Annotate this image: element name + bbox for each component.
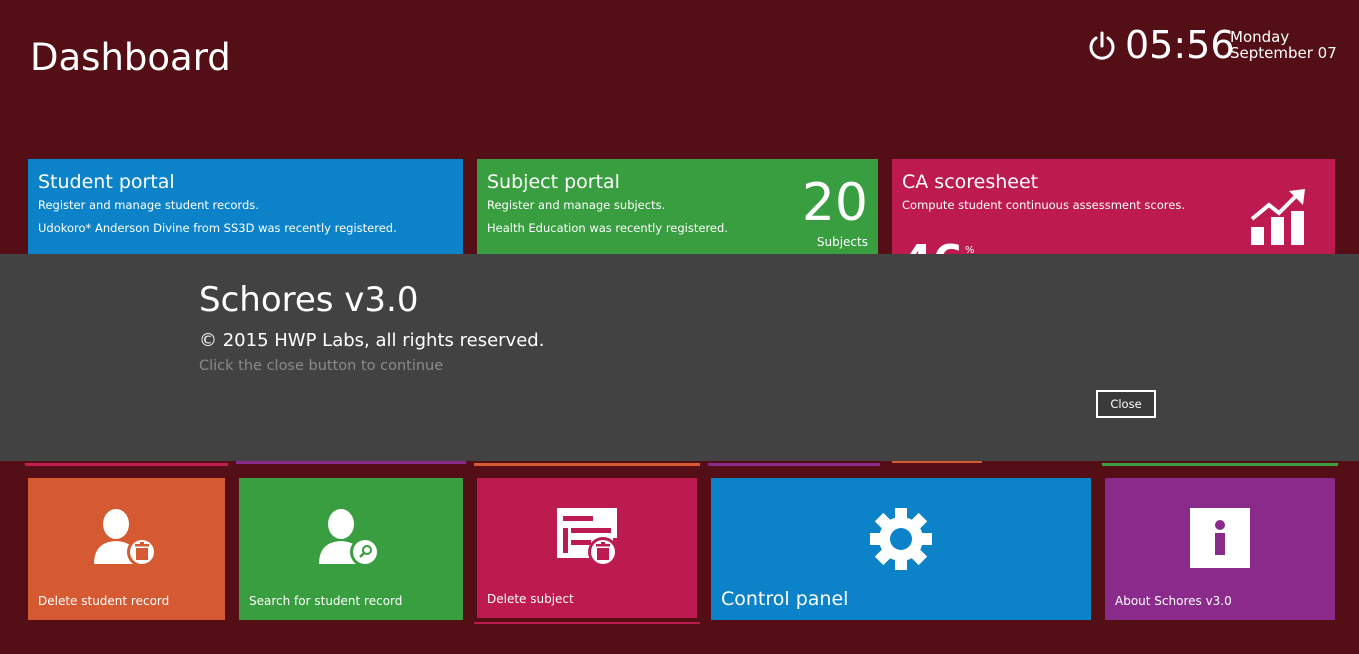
delete-student-label: Delete student record <box>38 594 170 608</box>
subject-count: 20 <box>801 173 868 233</box>
subject-count-label: Subjects <box>816 235 868 249</box>
tile-divider <box>474 463 700 466</box>
page-title: Dashboard <box>30 36 231 79</box>
power-icon[interactable] <box>1088 31 1116 61</box>
clock-day: Monday <box>1230 28 1290 46</box>
chart-growth-icon <box>1249 187 1309 247</box>
gear-icon <box>868 506 934 572</box>
dialog-title: Schores v3.0 <box>199 280 419 320</box>
about-dialog: Schores v3.0 © 2015 HWP Labs, all rights… <box>0 254 1359 461</box>
subject-portal-title: Subject portal <box>487 171 620 193</box>
delete-subject-tile[interactable]: Delete subject <box>477 478 697 618</box>
subject-portal-description: Register and manage subjects. <box>487 198 666 212</box>
search-student-label: Search for student record <box>249 594 403 608</box>
student-portal-title: Student portal <box>38 171 175 193</box>
dialog-copyright: © 2015 HWP Labs, all rights reserved. <box>199 330 545 351</box>
subject-delete-icon <box>557 508 621 568</box>
tile-divider <box>25 463 228 466</box>
dialog-hint: Click the close button to continue <box>199 358 444 374</box>
delete-student-tile[interactable]: Delete student record <box>28 478 225 620</box>
tile-divider <box>1102 463 1338 466</box>
ca-scoresheet-tile[interactable]: CA scoresheet Compute student continuous… <box>892 159 1335 259</box>
user-delete-icon <box>94 508 158 568</box>
subject-portal-tile[interactable]: Subject portal Register and manage subje… <box>477 159 878 259</box>
about-tile[interactable]: About Schores v3.0 <box>1105 478 1335 620</box>
info-icon <box>1190 508 1250 568</box>
user-search-icon <box>319 508 383 568</box>
clock-time: 05:56 <box>1125 23 1235 67</box>
ca-scoresheet-title: CA scoresheet <box>902 171 1039 193</box>
tile-divider <box>236 461 466 464</box>
close-button[interactable]: Close <box>1096 390 1156 418</box>
clock-date: September 07 <box>1230 44 1337 62</box>
student-portal-recent: Udokoro* Anderson Divine from SS3D was r… <box>38 221 397 235</box>
ca-scoresheet-description: Compute student continuous assessment sc… <box>902 198 1185 212</box>
student-portal-tile[interactable]: Student portal Register and manage stude… <box>28 159 463 259</box>
delete-subject-label: Delete subject <box>487 592 574 606</box>
student-portal-description: Register and manage student records. <box>38 198 259 212</box>
tile-divider <box>708 463 880 466</box>
tile-divider <box>474 622 700 624</box>
search-student-tile[interactable]: Search for student record <box>239 478 463 620</box>
subject-portal-recent: Health Education was recently registered… <box>487 221 728 235</box>
about-label: About Schores v3.0 <box>1115 594 1232 608</box>
control-panel-label: Control panel <box>721 588 849 610</box>
control-panel-tile[interactable]: Control panel <box>711 478 1091 620</box>
